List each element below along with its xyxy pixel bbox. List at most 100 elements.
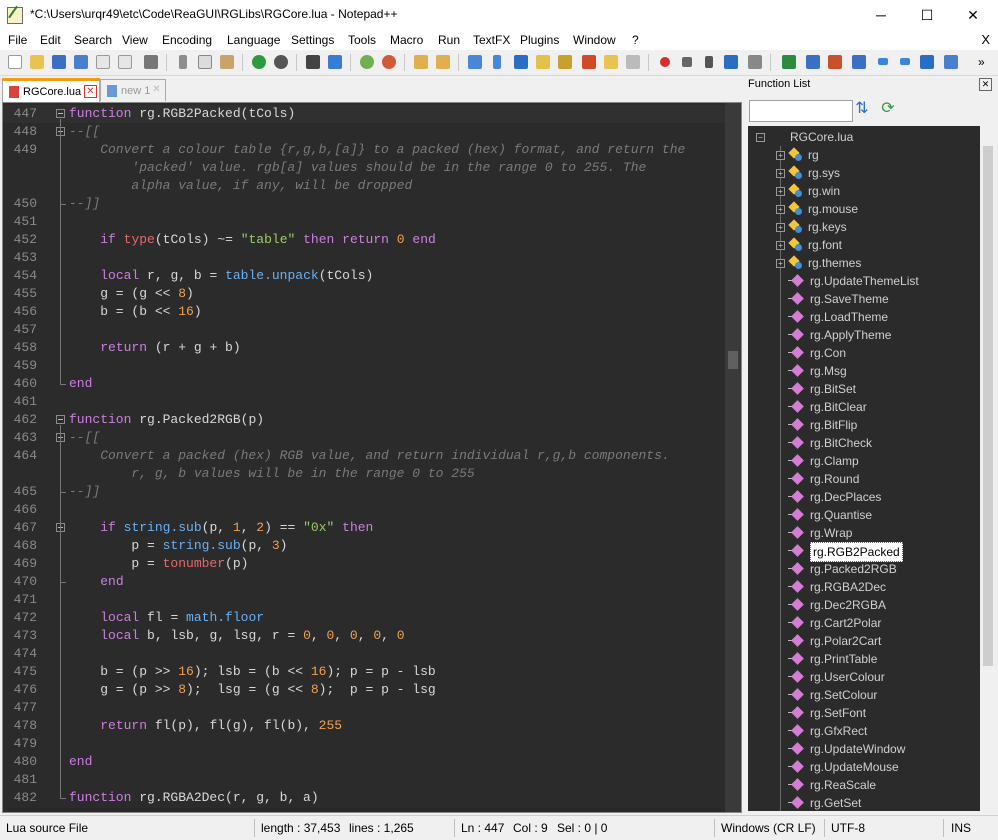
- tree-root-node[interactable]: − RGCore.lua: [752, 128, 853, 146]
- tree-function-node[interactable]: rg.Cart2Polar: [748, 614, 980, 632]
- expand-icon[interactable]: +: [776, 241, 785, 250]
- code-line[interactable]: 456 b = (b << 16): [3, 303, 725, 321]
- save-all-icon[interactable]: [72, 53, 90, 71]
- tree-function-node[interactable]: rg.UserColour: [748, 668, 980, 686]
- tree-group-node[interactable]: + rg.sys: [748, 164, 980, 182]
- menu-macro[interactable]: Macro: [390, 33, 423, 47]
- function-tree[interactable]: − RGCore.lua + rg + rg.sys + rg.win + rg.mouse + rg…: [748, 126, 980, 811]
- close-all-icon[interactable]: [116, 53, 134, 71]
- sync-vertical-icon[interactable]: [412, 53, 430, 71]
- menu-file[interactable]: File: [8, 33, 27, 47]
- undo-icon[interactable]: [250, 53, 268, 71]
- tree-group-node[interactable]: + rg.font: [748, 236, 980, 254]
- menu-settings[interactable]: Settings: [291, 33, 334, 47]
- tree-function-node[interactable]: rg.RGB2Packed: [748, 542, 980, 562]
- show-all-characters-icon[interactable]: [488, 53, 506, 71]
- menu-search[interactable]: Search: [74, 33, 112, 47]
- code-line[interactable]: 450 --]]: [3, 195, 725, 213]
- tree-function-node[interactable]: rg.Dec2RGBA: [748, 596, 980, 614]
- code-line[interactable]: 482 function rg.RGBA2Dec(r, g, b, a): [3, 789, 725, 807]
- tree-group-node[interactable]: + rg.keys: [748, 218, 980, 236]
- tree-function-node[interactable]: rg.Wrap: [748, 524, 980, 542]
- toolbar-overflow-icon[interactable]: »: [976, 53, 994, 71]
- expand-icon[interactable]: +: [776, 205, 785, 214]
- panel-close-button[interactable]: ✕: [979, 78, 992, 91]
- tree-function-node[interactable]: rg.Polar2Cart: [748, 632, 980, 650]
- menu-plugins[interactable]: Plugins: [520, 33, 559, 47]
- code-line[interactable]: 478 return fl(p), fl(g), fl(b), 255: [3, 717, 725, 735]
- sort-icon[interactable]: ⇅: [852, 99, 872, 119]
- monitoring-icon[interactable]: [624, 53, 642, 71]
- code-line[interactable]: 465 --]]: [3, 483, 725, 501]
- plugin-a-icon[interactable]: [780, 53, 798, 71]
- play-macro-icon[interactable]: [700, 53, 718, 71]
- code-line[interactable]: 447 function rg.RGB2Packed(tCols): [3, 105, 725, 123]
- save-macro-icon[interactable]: [746, 53, 764, 71]
- plugin-f-icon[interactable]: [942, 53, 960, 71]
- tree-function-node[interactable]: rg.UpdateThemeList: [748, 272, 980, 290]
- menu-encoding[interactable]: Encoding: [162, 33, 212, 47]
- code-line[interactable]: 448 --[[: [3, 123, 725, 141]
- redo-icon[interactable]: [272, 53, 290, 71]
- plugin-b-icon[interactable]: [804, 53, 822, 71]
- code-line[interactable]: 479: [3, 735, 725, 753]
- tree-function-node[interactable]: rg.UpdateMouse: [748, 758, 980, 776]
- tree-function-node[interactable]: rg.Quantise: [748, 506, 980, 524]
- menu-textfx[interactable]: TextFX: [473, 33, 510, 47]
- tab-new-1[interactable]: new 1 ✕: [100, 79, 166, 101]
- code-line[interactable]: 468 p = string.sub(p, 3): [3, 537, 725, 555]
- copy-icon[interactable]: [196, 53, 214, 71]
- tree-function-node[interactable]: rg.BitCheck: [748, 434, 980, 452]
- plugin-d-icon[interactable]: [850, 53, 868, 71]
- tree-vertical-scrollbar[interactable]: [980, 126, 996, 811]
- code-line[interactable]: 451: [3, 213, 725, 231]
- tree-group-node[interactable]: + rg.themes: [748, 254, 980, 272]
- tree-function-node[interactable]: rg.DecPlaces: [748, 488, 980, 506]
- tab-rgcore-lua[interactable]: RGCore.lua ✕: [2, 78, 100, 103]
- record-macro-icon[interactable]: [656, 53, 674, 71]
- print-icon[interactable]: [142, 53, 160, 71]
- move-up-icon[interactable]: [874, 53, 892, 71]
- code-line[interactable]: 453: [3, 249, 725, 267]
- code-line[interactable]: 477: [3, 699, 725, 717]
- user-language-icon[interactable]: [534, 53, 552, 71]
- maximize-button[interactable]: ☐: [904, 0, 950, 30]
- zoom-in-icon[interactable]: [358, 53, 376, 71]
- tree-function-node[interactable]: rg.BitSet: [748, 380, 980, 398]
- code-line[interactable]: 454 local r, g, b = table.unpack(tCols): [3, 267, 725, 285]
- code-line[interactable]: 476 g = (p >> 8); lsg = (g << 8); p = p …: [3, 681, 725, 699]
- tree-function-node[interactable]: rg.Clamp: [748, 452, 980, 470]
- expand-icon[interactable]: +: [776, 151, 785, 160]
- menu-edit[interactable]: Edit: [40, 33, 61, 47]
- tree-function-node[interactable]: rg.ApplyTheme: [748, 326, 980, 344]
- tab-close-icon[interactable]: ✕: [84, 85, 97, 98]
- sync-horizontal-icon[interactable]: [434, 53, 452, 71]
- document-map-icon[interactable]: [556, 53, 574, 71]
- tree-function-node[interactable]: rg.LoadTheme: [748, 308, 980, 326]
- code-line[interactable]: 449 Convert a colour table {r,g,b,[a]} t…: [3, 141, 725, 159]
- code-line[interactable]: 460 end: [3, 375, 725, 393]
- function-list-icon[interactable]: [580, 53, 598, 71]
- move-down-icon[interactable]: [896, 53, 914, 71]
- tree-function-node[interactable]: rg.Msg: [748, 362, 980, 380]
- editor-scroll-thumb[interactable]: [728, 351, 738, 369]
- word-wrap-icon[interactable]: [466, 53, 484, 71]
- code-line[interactable]: 472 local fl = math.floor: [3, 609, 725, 627]
- tree-function-node[interactable]: rg.Packed2RGB: [748, 560, 980, 578]
- tree-function-node[interactable]: rg.ReaScale: [748, 776, 980, 794]
- close-window-button[interactable]: ✕: [950, 0, 996, 30]
- code-editor[interactable]: 447 function rg.RGB2Packed(tCols) 448 --[[4…: [2, 102, 742, 813]
- find-icon[interactable]: [304, 53, 322, 71]
- code-line[interactable]: alpha value, if any, will be dropped: [3, 177, 725, 195]
- reload-icon[interactable]: ⟳: [878, 99, 898, 119]
- tree-function-node[interactable]: rg.SaveTheme: [748, 290, 980, 308]
- fold-toggle-icon[interactable]: [56, 109, 65, 118]
- replace-icon[interactable]: [326, 53, 344, 71]
- code-line[interactable]: 473 local b, lsb, g, lsg, r = 0, 0, 0, 0…: [3, 627, 725, 645]
- code-line[interactable]: 461: [3, 393, 725, 411]
- tree-function-node[interactable]: rg.PrintTable: [748, 650, 980, 668]
- code-line[interactable]: 463 --[[: [3, 429, 725, 447]
- tab-close-icon[interactable]: ✕: [151, 84, 162, 95]
- editor-vertical-scrollbar[interactable]: [725, 103, 741, 812]
- tree-group-node[interactable]: + rg.win: [748, 182, 980, 200]
